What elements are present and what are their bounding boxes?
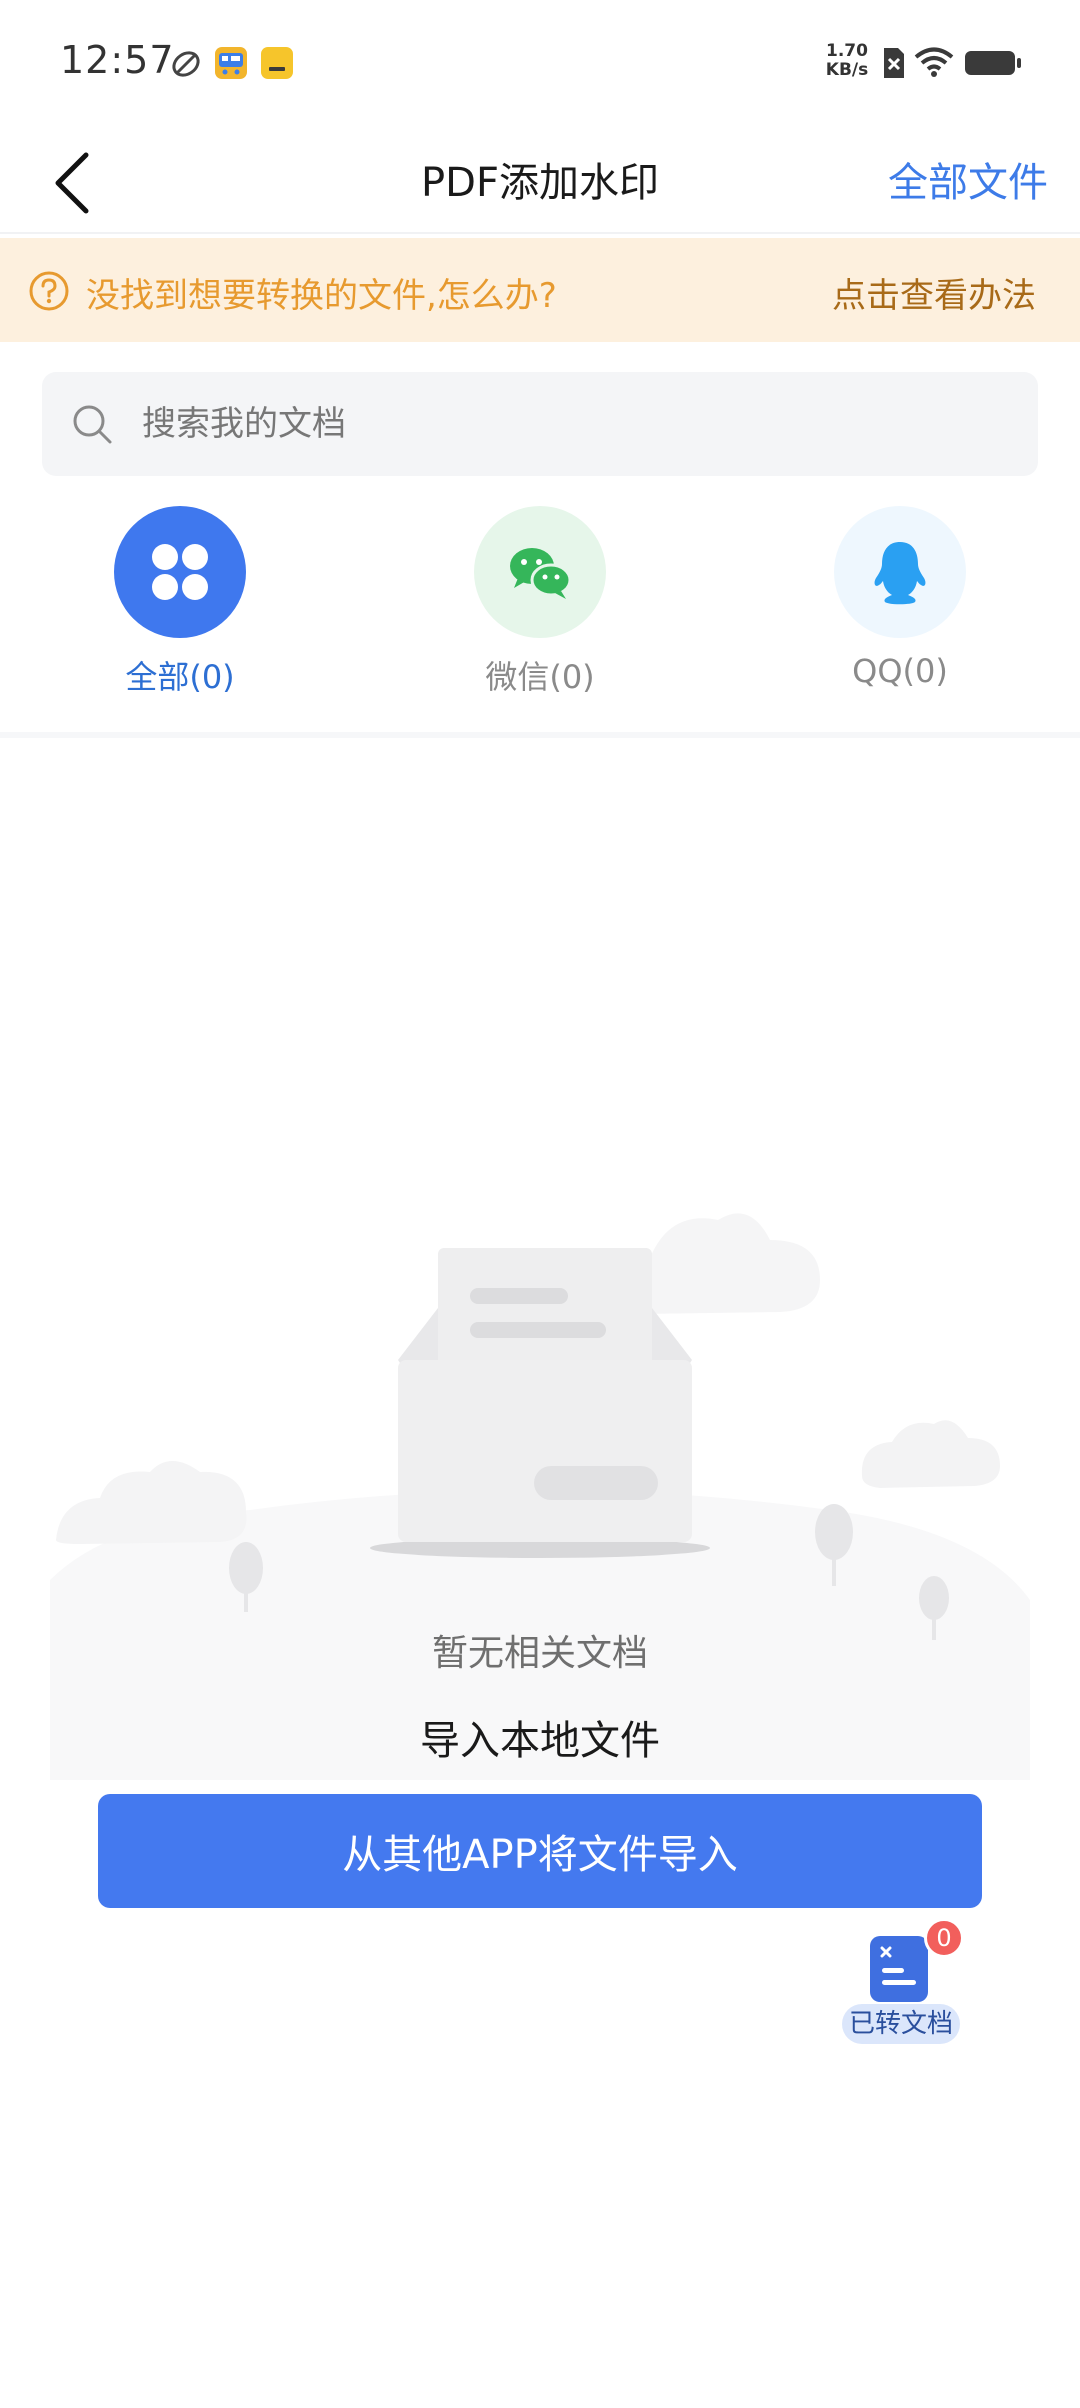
converted-docs-fab[interactable]: 已转文档 0 — [836, 1916, 966, 2046]
import-local-files-link[interactable]: 导入本地文件 — [0, 1708, 1080, 1766]
banner-message: 没找到想要转换的文件,怎么办? — [86, 276, 557, 316]
network-speed: 1.70 KB/s — [822, 42, 872, 80]
help-banner[interactable]: 没找到想要转换的文件,怎么办? 点击查看办法 — [0, 238, 1080, 342]
network-speed-unit: KB/s — [825, 60, 869, 80]
wechat-icon — [510, 548, 572, 599]
tab-all-circle — [114, 506, 246, 638]
grid-icon — [152, 544, 208, 600]
view-solution-link[interactable]: 点击查看办法 — [832, 268, 1036, 317]
qq-icon — [874, 542, 926, 605]
search-icon — [73, 405, 112, 444]
divider — [0, 232, 1080, 234]
tab-all-label: 全部(0) — [125, 658, 235, 696]
tab-all[interactable]: 全部(0) — [80, 506, 280, 706]
search-bar[interactable] — [42, 372, 1038, 476]
tab-wechat-label: 微信(0) — [485, 658, 595, 696]
tab-qq-circle — [834, 506, 966, 638]
empty-message: 暂无相关文档 — [431, 1633, 648, 1674]
question-circle-icon — [29, 271, 69, 311]
nav-bar: PDF添加水印 全部文件 — [0, 128, 1080, 238]
status-time: 12:57 — [60, 38, 175, 82]
search-input[interactable] — [142, 372, 1002, 476]
tab-wechat-circle — [474, 506, 606, 638]
all-files-link[interactable]: 全部文件 — [888, 150, 1048, 208]
bus-app-icon — [215, 47, 247, 79]
status-bar: 12:57 1.70 KB/s — [0, 0, 1080, 128]
section-divider — [0, 732, 1080, 738]
app-notification-icon — [172, 51, 200, 77]
wifi-icon — [914, 47, 954, 77]
source-tabs: 全部(0) 微信(0) QQ(0) — [0, 506, 1080, 706]
document-list-icon — [870, 1936, 928, 2002]
notes-app-icon — [261, 47, 293, 79]
network-speed-value: 1.70 — [826, 41, 868, 61]
battery-icon — [965, 51, 1021, 75]
tab-qq[interactable]: QQ(0) — [800, 506, 1000, 706]
tab-wechat[interactable]: 微信(0) — [440, 506, 640, 706]
import-from-app-button[interactable]: 从其他APP将文件导入 — [98, 1794, 982, 1908]
converted-docs-label: 已转文档 — [842, 2004, 960, 2044]
sim-disabled-icon — [884, 48, 904, 78]
tab-qq-label: QQ(0) — [852, 652, 948, 690]
converted-docs-count-badge: 0 — [924, 1918, 964, 1958]
empty-box-illustration — [50, 1213, 1030, 1780]
